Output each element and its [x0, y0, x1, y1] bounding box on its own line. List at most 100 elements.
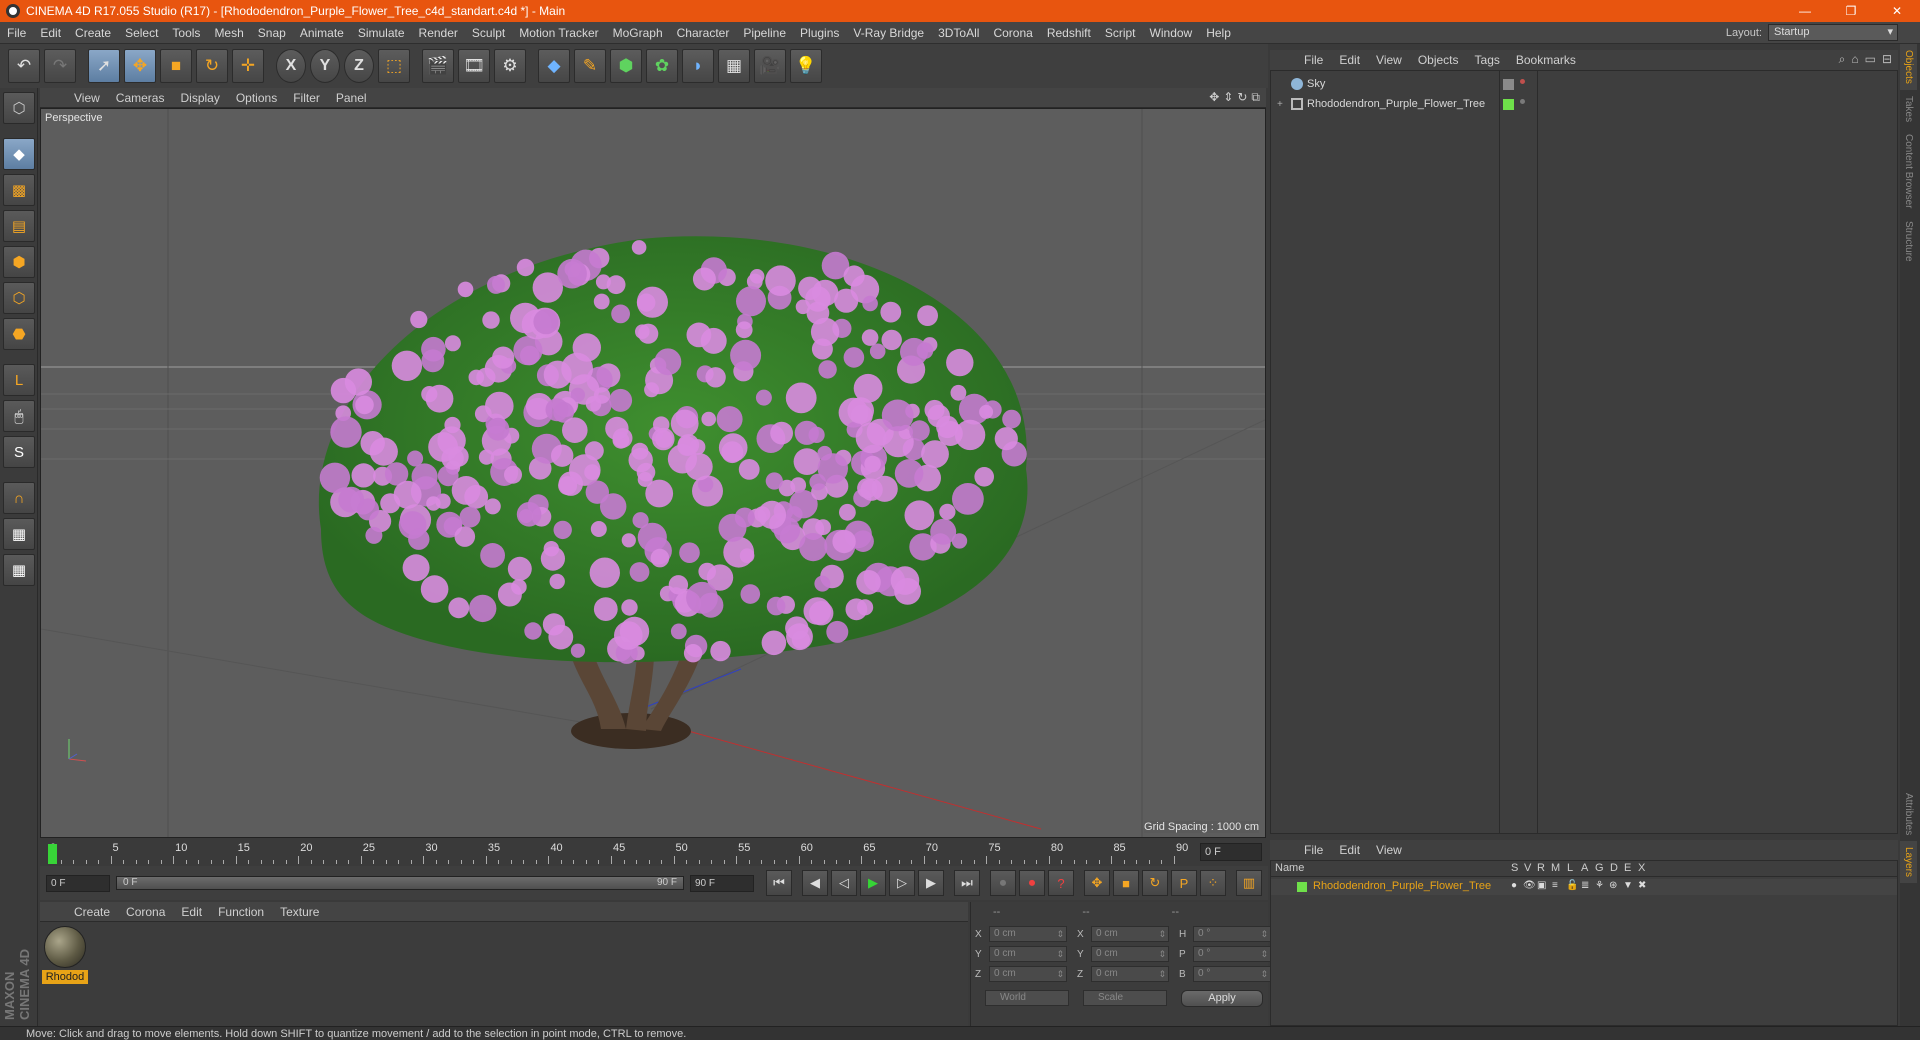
magnet-icon[interactable]: ∩: [3, 482, 35, 514]
coordinate-mode-select[interactable]: Scale: [1083, 990, 1167, 1006]
menu-plugins[interactable]: Plugins: [793, 26, 846, 40]
menu-help[interactable]: Help: [1199, 26, 1238, 40]
deformer-icon[interactable]: ◗: [682, 49, 714, 83]
maximize-view-icon[interactable]: ⧉: [1251, 90, 1260, 105]
objects-menu-objects[interactable]: Objects: [1410, 53, 1467, 67]
layer-color-icon[interactable]: [1503, 98, 1514, 110]
subdivision-icon[interactable]: ⬢: [610, 49, 642, 83]
menu-snap[interactable]: Snap: [251, 26, 293, 40]
workplane-mode-icon[interactable]: ▤: [3, 210, 35, 242]
tab-layers[interactable]: Layers: [1900, 841, 1917, 884]
scale-icon[interactable]: ■: [160, 49, 192, 83]
perspective-viewport[interactable]: Perspective Grid Spacing : 1000 cm: [40, 108, 1266, 838]
menu-redshift[interactable]: Redshift: [1040, 26, 1098, 40]
next-frame-icon[interactable]: ▷: [889, 870, 915, 896]
light-icon[interactable]: 💡: [790, 49, 822, 83]
render-settings-icon[interactable]: ⚙: [494, 49, 526, 83]
position-z-field[interactable]: 0 cm: [989, 966, 1067, 982]
tab-content-browser[interactable]: Content Browser: [1900, 128, 1917, 214]
y-axis-icon[interactable]: Y: [310, 49, 340, 83]
x-axis-icon[interactable]: X: [276, 49, 306, 83]
layer-color-swatch[interactable]: [1297, 882, 1307, 892]
view-toggle-icon[interactable]: 👁: [1523, 880, 1536, 891]
polygons-mode-icon[interactable]: ⬣: [3, 318, 35, 350]
key-scale-icon[interactable]: ■: [1113, 870, 1139, 896]
render-picture-viewer-icon[interactable]: 🎞: [458, 49, 490, 83]
pen-icon[interactable]: ✎: [574, 49, 606, 83]
key-position-icon[interactable]: ✥: [1084, 870, 1110, 896]
material-menu-create[interactable]: Create: [66, 905, 118, 919]
render-toggle-icon[interactable]: ▣: [1537, 880, 1546, 891]
autokeying-icon[interactable]: ⏺: [1019, 870, 1045, 896]
viewport-menu-options[interactable]: Options: [228, 91, 285, 105]
viewport-menu-cameras[interactable]: Cameras: [108, 91, 173, 105]
key-rotation-icon[interactable]: ↻: [1142, 870, 1168, 896]
menu-script[interactable]: Script: [1098, 26, 1143, 40]
size-z-field[interactable]: 0 cm: [1091, 966, 1169, 982]
coordinate-system-icon[interactable]: ⬚: [378, 49, 410, 83]
layer-row[interactable]: Rhododendron_Purple_Flower_Tree ● 👁 ▣ ≡ …: [1271, 879, 1897, 895]
z-axis-icon[interactable]: Z: [344, 49, 374, 83]
layers-menu-edit[interactable]: Edit: [1331, 843, 1368, 857]
planar-workplane-icon[interactable]: ▦: [3, 554, 35, 586]
axis-mode-icon[interactable]: L: [3, 364, 35, 396]
playhead-marker[interactable]: [48, 844, 57, 864]
restore-button[interactable]: ❐: [1828, 0, 1874, 22]
material-menu-edit[interactable]: Edit: [173, 905, 210, 919]
end-frame-field[interactable]: 90 F: [690, 874, 754, 892]
position-y-field[interactable]: 0 cm: [989, 946, 1067, 962]
tweak-mode-icon[interactable]: 🖱: [3, 400, 35, 432]
xref-toggle-icon[interactable]: ✖: [1638, 880, 1646, 891]
last-tool-icon[interactable]: ✛: [232, 49, 264, 83]
cloner-icon[interactable]: ✿: [646, 49, 678, 83]
edges-mode-icon[interactable]: ⬡: [3, 282, 35, 314]
camera-icon[interactable]: 🎥: [754, 49, 786, 83]
timeline-window-icon[interactable]: ▥: [1236, 870, 1262, 896]
viewport-menu-panel[interactable]: Panel: [328, 91, 375, 105]
render-view-icon[interactable]: 🎬: [422, 49, 454, 83]
objects-menu-file[interactable]: File: [1296, 53, 1331, 67]
solo-toggle-icon[interactable]: ●: [1511, 880, 1517, 891]
tab-takes[interactable]: Takes: [1900, 90, 1917, 128]
object-row-tree[interactable]: + Rhododendron_Purple_Flower_Tree: [1271, 95, 1897, 113]
play-icon[interactable]: ▶: [860, 870, 886, 896]
viewport-menu-view[interactable]: View: [66, 91, 108, 105]
cube-icon[interactable]: ◆: [538, 49, 570, 83]
search-icon[interactable]: ⌕: [1839, 52, 1846, 67]
menu-mesh[interactable]: Mesh: [207, 26, 250, 40]
viewport-menu-display[interactable]: Display: [172, 91, 227, 105]
material-menu-corona[interactable]: Corona: [118, 905, 173, 919]
timeline[interactable]: 051015202530354045505560657075808590 0 F: [40, 840, 1268, 866]
menu-create[interactable]: Create: [68, 26, 118, 40]
menu-motion-tracker[interactable]: Motion Tracker: [512, 26, 605, 40]
menu-file[interactable]: File: [0, 26, 33, 40]
menu-3dtoall[interactable]: 3DToAll: [931, 26, 986, 40]
previous-key-icon[interactable]: ◀: [802, 870, 828, 896]
layers-menu-file[interactable]: File: [1296, 843, 1331, 857]
objects-menu-edit[interactable]: Edit: [1331, 53, 1368, 67]
menu-window[interactable]: Window: [1143, 26, 1200, 40]
object-name[interactable]: Sky: [1307, 78, 1325, 90]
go-to-end-icon[interactable]: ⏭: [954, 870, 980, 896]
layers-menu-view[interactable]: View: [1368, 843, 1410, 857]
timeline-ruler[interactable]: 051015202530354045505560657075808590: [48, 842, 1198, 864]
apply-button[interactable]: Apply: [1181, 990, 1263, 1007]
material-name[interactable]: Rhodod: [42, 970, 88, 984]
menu-corona[interactable]: Corona: [986, 26, 1039, 40]
tab-objects[interactable]: Objects: [1900, 44, 1917, 90]
objects-menu-tags[interactable]: Tags: [1467, 53, 1508, 67]
menu-animate[interactable]: Animate: [293, 26, 351, 40]
undo-icon[interactable]: ↶: [8, 49, 40, 83]
coordinate-space-select[interactable]: World: [985, 990, 1069, 1006]
lock-workplane-icon[interactable]: ▦: [3, 518, 35, 550]
pan-icon[interactable]: ✥: [1209, 90, 1219, 105]
layout-select[interactable]: Startup: [1768, 24, 1898, 41]
floor-icon[interactable]: ▦: [718, 49, 750, 83]
menu-mograph[interactable]: MoGraph: [606, 26, 670, 40]
expressions-toggle-icon[interactable]: ▼: [1623, 880, 1633, 891]
position-x-field[interactable]: 0 cm: [989, 926, 1067, 942]
tab-attributes[interactable]: Attributes: [1900, 787, 1917, 841]
rotation-p-field[interactable]: 0 °: [1193, 946, 1271, 962]
redo-icon[interactable]: ↷: [44, 49, 76, 83]
object-expander[interactable]: +: [1277, 99, 1283, 110]
